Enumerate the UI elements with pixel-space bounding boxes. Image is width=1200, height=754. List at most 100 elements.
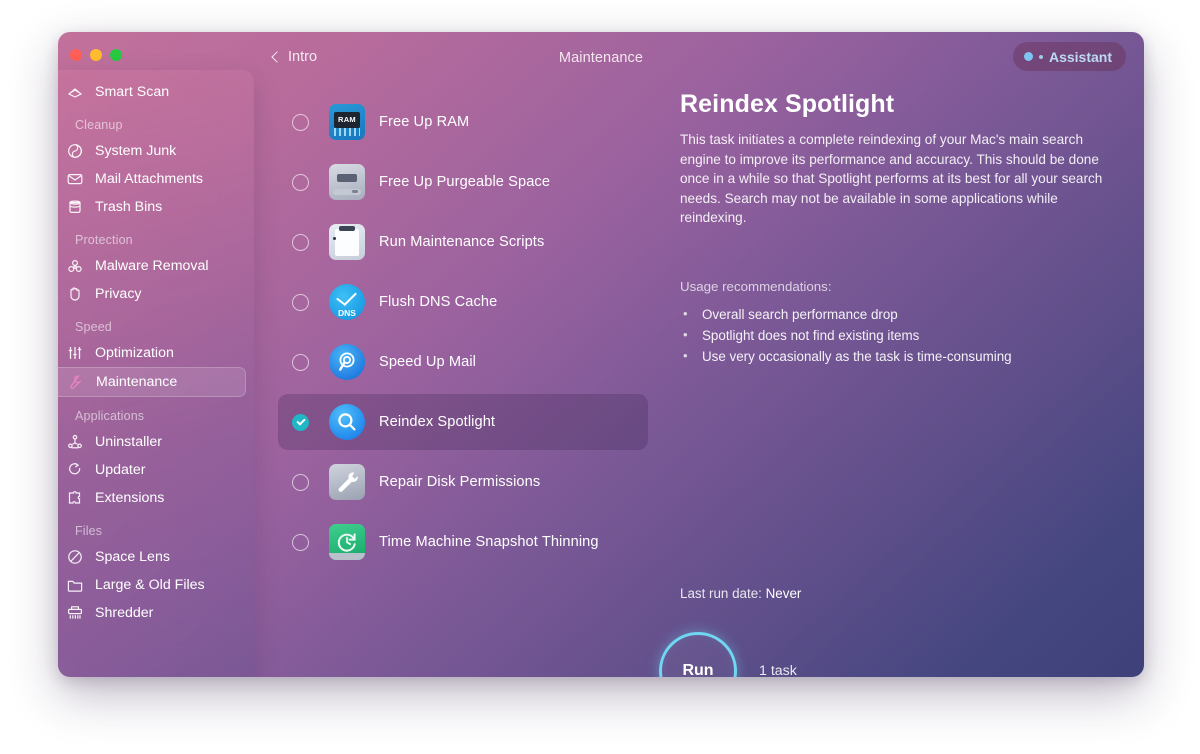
assistant-label: Assistant [1048, 48, 1112, 65]
task-checkbox[interactable] [292, 353, 309, 371]
sidebar-item-shredder[interactable]: Shredder [58, 599, 246, 627]
sidebar-group-speed: Speed [75, 320, 112, 334]
time-machine-icon [329, 524, 365, 560]
sidebar-group-applications: Applications [75, 409, 145, 423]
task-checkbox[interactable] [292, 173, 309, 191]
sliders-icon [66, 344, 84, 362]
sidebar-item-label: Mail Attachments [95, 171, 204, 187]
smart-scan-icon [66, 83, 84, 101]
sidebar-item-maintenance[interactable]: Maintenance [58, 367, 246, 397]
sidebar: Smart Scan Cleanup System Junk Mail Atta… [58, 70, 254, 677]
usage-recommendations-label: Usage recommendations: [680, 278, 832, 294]
sidebar-item-trash-bins[interactable]: Trash Bins [58, 193, 246, 221]
sidebar-item-label: System Junk [95, 143, 177, 159]
assistant-dot-small-icon [1038, 54, 1043, 59]
run-button[interactable]: Run [659, 632, 737, 677]
task-row-repair-disk-permissions[interactable]: Repair Disk Permissions [278, 454, 648, 510]
app-window: Intro Maintenance Assistant Smart Scan C… [58, 32, 1144, 677]
detail-panel: Reindex Spotlight This task initiates a … [680, 90, 1110, 367]
task-row-reindex-spotlight[interactable]: Reindex Spotlight [278, 394, 648, 450]
sidebar-item-label: Large & Old Files [95, 577, 205, 593]
folder-icon [66, 576, 84, 594]
detail-title: Reindex Spotlight [680, 90, 895, 118]
sidebar-item-label: Extensions [95, 490, 165, 506]
assistant-button[interactable]: Assistant [1012, 42, 1126, 71]
task-list: RAM Free Up RAM Free Up Purgeable Space … [278, 94, 648, 574]
sidebar-item-label: Updater [95, 462, 146, 478]
last-run-label: Last run date: [680, 586, 762, 601]
updater-icon [66, 461, 84, 479]
task-label: Free Up Purgeable Space [379, 174, 551, 190]
task-checkbox[interactable] [292, 233, 309, 251]
task-count-label: 1 task [759, 663, 797, 677]
task-checkbox[interactable] [292, 533, 309, 551]
task-row-run-maintenance-scripts[interactable]: Run Maintenance Scripts [278, 214, 648, 270]
usage-recommendations-list: Overall search performance drop Spotligh… [680, 303, 1110, 367]
task-label: Speed Up Mail [379, 354, 477, 370]
biohazard-icon [66, 257, 84, 275]
task-label: Repair Disk Permissions [379, 474, 541, 490]
last-run-date: Last run date: Never [680, 586, 801, 601]
task-label: Run Maintenance Scripts [379, 234, 545, 250]
assistant-dot-icon [1023, 52, 1033, 61]
disk-wrench-icon [329, 464, 365, 500]
sidebar-item-label: Maintenance [96, 374, 178, 390]
mail-icon [66, 170, 84, 188]
sidebar-group-protection: Protection [75, 233, 133, 247]
task-row-speed-up-mail[interactable]: Speed Up Mail [278, 334, 648, 390]
sidebar-item-label: Space Lens [95, 549, 170, 565]
sidebar-item-uninstaller[interactable]: Uninstaller [58, 428, 246, 456]
page-title: Maintenance [558, 50, 644, 66]
script-clipboard-icon [329, 224, 365, 260]
usage-item: Use very occasionally as the task is tim… [680, 345, 1110, 367]
sidebar-item-mail-attachments[interactable]: Mail Attachments [58, 165, 246, 193]
sidebar-item-label: Trash Bins [95, 199, 163, 215]
ram-icon: RAM [329, 104, 365, 140]
task-label: Free Up RAM [379, 114, 470, 130]
last-run-value: Never [765, 586, 802, 601]
sidebar-item-extensions[interactable]: Extensions [58, 484, 246, 512]
sidebar-item-label: Malware Removal [95, 258, 209, 274]
sidebar-item-space-lens[interactable]: Space Lens [58, 543, 246, 571]
sidebar-item-label: Smart Scan [95, 84, 170, 100]
run-area: Run 1 task [659, 632, 797, 677]
sidebar-item-label: Optimization [95, 345, 174, 361]
sidebar-item-optimization[interactable]: Optimization [58, 339, 246, 367]
puzzle-icon [66, 489, 84, 507]
uninstaller-icon [66, 433, 84, 451]
task-checkbox[interactable] [292, 473, 309, 491]
sidebar-item-system-junk[interactable]: System Junk [58, 137, 246, 165]
task-row-free-up-purgeable-space[interactable]: Free Up Purgeable Space [278, 154, 648, 210]
sidebar-group-cleanup: Cleanup [75, 118, 123, 132]
sidebar-item-smart-scan[interactable]: Smart Scan [58, 78, 246, 106]
shredder-icon [66, 604, 84, 622]
task-label: Flush DNS Cache [379, 294, 498, 310]
task-row-free-up-ram[interactable]: RAM Free Up RAM [278, 94, 648, 150]
usage-item: Overall search performance drop [680, 303, 1110, 325]
sidebar-item-large-old-files[interactable]: Large & Old Files [58, 571, 246, 599]
task-row-time-machine-snapshot-thinning[interactable]: Time Machine Snapshot Thinning [278, 514, 648, 570]
spotlight-search-icon [329, 404, 365, 440]
task-row-flush-dns-cache[interactable]: DNS Flush DNS Cache [278, 274, 648, 330]
task-label: Reindex Spotlight [379, 414, 496, 430]
wrench-icon [67, 373, 85, 391]
sidebar-item-label: Uninstaller [95, 434, 163, 450]
task-label: Time Machine Snapshot Thinning [379, 534, 599, 550]
usage-item: Spotlight does not find existing items [680, 324, 1110, 346]
task-checkbox[interactable] [292, 293, 309, 311]
sidebar-item-malware-removal[interactable]: Malware Removal [58, 252, 246, 280]
disk-icon [329, 164, 365, 200]
trash-icon [66, 198, 84, 216]
system-junk-icon [66, 142, 84, 160]
sidebar-group-files: Files [75, 524, 103, 538]
hand-icon [66, 285, 84, 303]
sidebar-item-label: Privacy [95, 286, 142, 302]
detail-description: This task initiates a complete reindexin… [680, 132, 1103, 225]
space-lens-icon [66, 548, 84, 566]
dns-icon: DNS [329, 284, 365, 320]
task-checkbox[interactable] [292, 413, 309, 431]
task-checkbox[interactable] [292, 113, 309, 131]
speed-up-mail-icon [329, 344, 365, 380]
sidebar-item-updater[interactable]: Updater [58, 456, 246, 484]
sidebar-item-privacy[interactable]: Privacy [58, 280, 246, 308]
